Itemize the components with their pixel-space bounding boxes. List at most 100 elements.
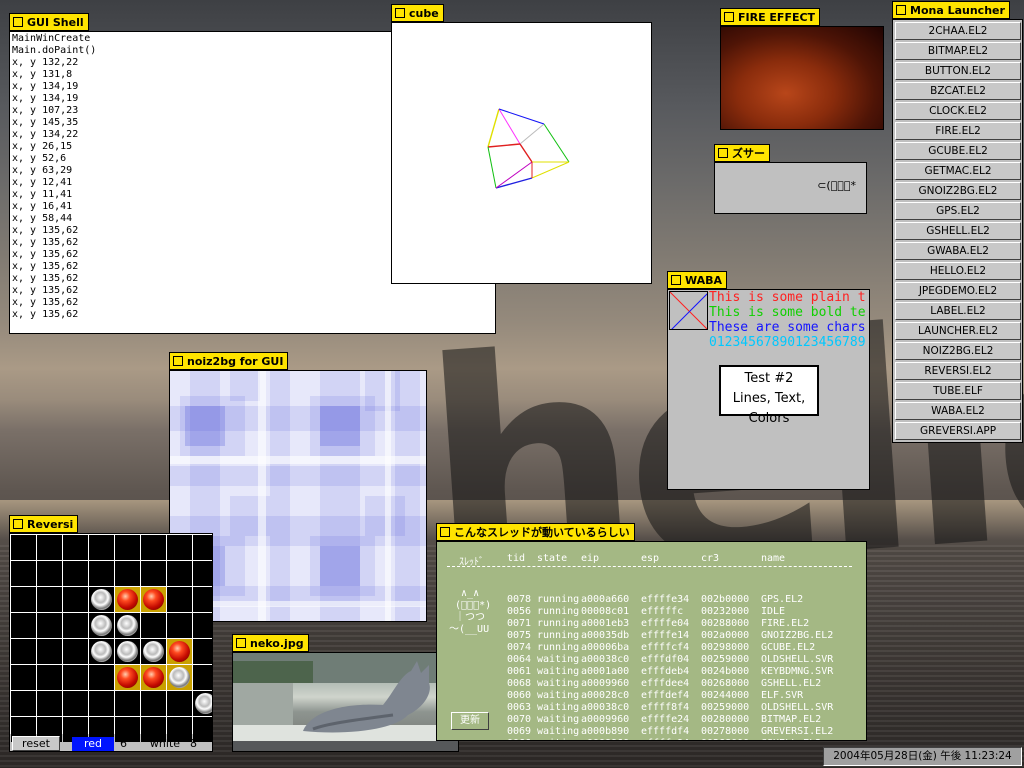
reversi-cell[interactable] xyxy=(37,613,62,638)
reversi-cell[interactable] xyxy=(11,535,36,560)
reversi-cell[interactable] xyxy=(63,587,88,612)
reversi-cell[interactable] xyxy=(37,639,62,664)
launcher-item[interactable]: BZCAT.EL2 xyxy=(895,82,1021,100)
reversi-cell[interactable] xyxy=(167,691,192,716)
launcher-item[interactable]: CLOCK.EL2 xyxy=(895,102,1021,120)
reset-button[interactable]: reset xyxy=(12,736,60,751)
reversi-cell[interactable] xyxy=(167,639,192,664)
window-close-box-icon[interactable] xyxy=(173,356,183,366)
window-close-box-icon[interactable] xyxy=(671,275,681,285)
reversi-cell[interactable] xyxy=(37,587,62,612)
launcher-item[interactable]: HELLO.EL2 xyxy=(895,262,1021,280)
zusaa-titlebar[interactable]: ズサー xyxy=(714,144,770,162)
launcher-item[interactable]: FIRE.EL2 xyxy=(895,122,1021,140)
reversi-cell[interactable] xyxy=(167,665,192,690)
launcher-item[interactable]: GREVERSI.APP xyxy=(895,422,1021,440)
reversi-cell[interactable] xyxy=(141,535,166,560)
reversi-cell[interactable] xyxy=(89,613,114,638)
reversi-titlebar[interactable]: Reversi xyxy=(9,515,79,533)
reversi-cell[interactable] xyxy=(11,613,36,638)
reversi-cell[interactable] xyxy=(11,691,36,716)
reversi-cell[interactable] xyxy=(167,535,192,560)
reversi-cell[interactable] xyxy=(141,613,166,638)
neko-titlebar[interactable]: neko.jpg xyxy=(232,634,309,652)
reversi-cell[interactable] xyxy=(141,691,166,716)
noiz-titlebar[interactable]: noiz2bg for GUI xyxy=(169,352,289,370)
reversi-cell[interactable] xyxy=(89,639,114,664)
reversi-cell[interactable] xyxy=(193,691,212,716)
launcher-item[interactable]: GCUBE.EL2 xyxy=(895,142,1021,160)
reversi-cell[interactable] xyxy=(37,691,62,716)
reversi-cell[interactable] xyxy=(89,587,114,612)
reversi-cell[interactable] xyxy=(37,535,62,560)
reversi-cell[interactable] xyxy=(115,665,140,690)
reversi-cell[interactable] xyxy=(63,613,88,638)
reversi-cell[interactable] xyxy=(193,613,212,638)
reversi-cell[interactable] xyxy=(37,561,62,586)
launcher-item[interactable]: BITMAP.EL2 xyxy=(895,42,1021,60)
launcher-item[interactable]: TUBE.ELF xyxy=(895,382,1021,400)
reversi-cell[interactable] xyxy=(37,665,62,690)
gui-shell-titlebar[interactable]: GUI Shell xyxy=(9,13,89,31)
refresh-button[interactable]: 更新 xyxy=(451,712,489,730)
reversi-cell[interactable] xyxy=(167,587,192,612)
window-close-box-icon[interactable] xyxy=(718,148,728,158)
reversi-cell[interactable] xyxy=(193,535,212,560)
reversi-cell[interactable] xyxy=(63,639,88,664)
waba-titlebar[interactable]: WABA xyxy=(667,271,728,289)
launcher-item[interactable]: NOIZ2BG.EL2 xyxy=(895,342,1021,360)
reversi-cell[interactable] xyxy=(11,587,36,612)
reversi-cell[interactable] xyxy=(11,665,36,690)
launcher-item[interactable]: BUTTON.EL2 xyxy=(895,62,1021,80)
fire-titlebar[interactable]: FIRE EFFECT xyxy=(720,8,821,26)
reversi-cell[interactable] xyxy=(63,665,88,690)
launcher-item[interactable]: GPS.EL2 xyxy=(895,202,1021,220)
reversi-cell[interactable] xyxy=(115,691,140,716)
window-close-box-icon[interactable] xyxy=(236,638,246,648)
reversi-cell[interactable] xyxy=(141,587,166,612)
launcher-item[interactable]: GNOIZ2BG.EL2 xyxy=(895,182,1021,200)
window-close-box-icon[interactable] xyxy=(896,5,906,15)
reversi-cell[interactable] xyxy=(11,561,36,586)
reversi-cell[interactable] xyxy=(89,665,114,690)
launcher-item[interactable]: JPEGDEMO.EL2 xyxy=(895,282,1021,300)
window-close-box-icon[interactable] xyxy=(724,12,734,22)
reversi-cell[interactable] xyxy=(115,535,140,560)
reversi-cell[interactable] xyxy=(63,561,88,586)
reversi-cell[interactable] xyxy=(115,639,140,664)
window-close-box-icon[interactable] xyxy=(440,527,450,537)
reversi-cell[interactable] xyxy=(115,561,140,586)
reversi-cell[interactable] xyxy=(115,613,140,638)
reversi-board[interactable] xyxy=(10,534,212,742)
launcher-item[interactable]: 2CHAA.EL2 xyxy=(895,22,1021,40)
launcher-item[interactable]: GSHELL.EL2 xyxy=(895,222,1021,240)
window-close-box-icon[interactable] xyxy=(13,519,23,529)
reversi-cell[interactable] xyxy=(89,561,114,586)
reversi-cell[interactable] xyxy=(193,561,212,586)
reversi-cell[interactable] xyxy=(167,613,192,638)
launcher-item[interactable]: REVERSI.EL2 xyxy=(895,362,1021,380)
reversi-cell[interactable] xyxy=(193,639,212,664)
launcher-item[interactable]: GWABA.EL2 xyxy=(895,242,1021,260)
reversi-cell[interactable] xyxy=(89,535,114,560)
reversi-cell[interactable] xyxy=(141,639,166,664)
launcher-titlebar[interactable]: Mona Launcher xyxy=(892,1,1010,19)
launcher-item[interactable]: LABEL.EL2 xyxy=(895,302,1021,320)
reversi-cell[interactable] xyxy=(115,587,140,612)
reversi-cell[interactable] xyxy=(193,587,212,612)
launcher-item[interactable]: WABA.EL2 xyxy=(895,402,1021,420)
reversi-cell[interactable] xyxy=(141,561,166,586)
reversi-cell[interactable] xyxy=(141,665,166,690)
cube-titlebar[interactable]: cube xyxy=(391,4,444,22)
threads-titlebar[interactable]: こんなスレッドが動いているらしい xyxy=(436,523,635,541)
reversi-cell[interactable] xyxy=(11,639,36,664)
reversi-cell[interactable] xyxy=(63,535,88,560)
launcher-item[interactable]: GETMAC.EL2 xyxy=(895,162,1021,180)
launcher-item[interactable]: LAUNCHER.EL2 xyxy=(895,322,1021,340)
window-close-box-icon[interactable] xyxy=(13,17,23,27)
reversi-cell[interactable] xyxy=(63,691,88,716)
reversi-cell[interactable] xyxy=(167,561,192,586)
reversi-cell[interactable] xyxy=(89,691,114,716)
window-close-box-icon[interactable] xyxy=(395,8,405,18)
reversi-cell[interactable] xyxy=(193,665,212,690)
